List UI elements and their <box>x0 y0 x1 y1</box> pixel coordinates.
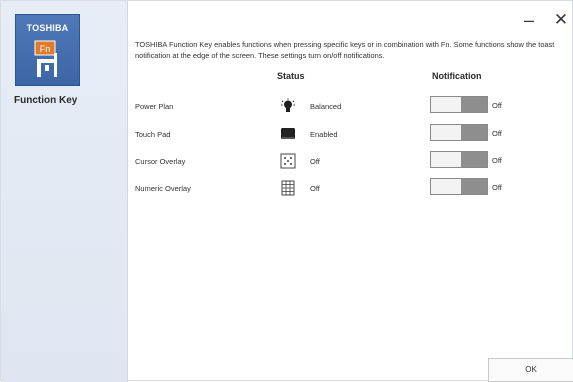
toggle-track <box>461 152 487 167</box>
numeric-keypad-icon <box>281 180 295 196</box>
minimize-button[interactable]: – <box>520 11 538 29</box>
lightbulb-icon <box>281 98 295 112</box>
notification-column-header: Notification <box>432 71 482 81</box>
toggle-thumb <box>431 179 463 194</box>
row-label: Numeric Overlay <box>135 184 191 193</box>
toggle-thumb <box>431 125 463 140</box>
status-column-header: Status <box>277 71 305 81</box>
fn-label: Fn <box>40 44 51 54</box>
toggle-track <box>461 97 487 112</box>
row-label: Touch Pad <box>135 130 171 139</box>
toggle-track <box>461 179 487 194</box>
setting-row-numeric-overlay: Numeric Overlay Off Off <box>1 178 573 202</box>
status-value: Off <box>310 157 320 166</box>
description-text: TOSHIBA Function Key enables functions w… <box>135 40 555 60</box>
brand-logo: TOSHIBA <box>26 23 69 33</box>
toggle-state-label: Off <box>492 129 502 138</box>
touchpad-icon <box>281 128 295 139</box>
notification-toggle[interactable] <box>430 151 488 168</box>
status-value: Enabled <box>310 130 338 139</box>
status-value: Balanced <box>310 102 342 111</box>
setting-row-cursor-overlay: Cursor Overlay Off Off <box>1 151 573 175</box>
notification-toggle[interactable] <box>430 96 488 113</box>
function-key-window: TOSHIBA Fn Function Key – ✕ TOSHIBA Func… <box>0 0 573 382</box>
notification-toggle[interactable] <box>430 124 488 141</box>
toggle-state-label: Off <box>492 183 502 192</box>
toggle-thumb <box>431 97 463 112</box>
toggle-state-label: Off <box>492 101 502 110</box>
toggle-thumb <box>431 152 463 167</box>
setting-row-power-plan: Power Plan Balanced Off <box>1 96 573 120</box>
row-label: Cursor Overlay <box>135 157 186 166</box>
toggle-track <box>461 125 487 140</box>
toggle-state-label: Off <box>492 156 502 165</box>
cursor-overlay-icon <box>280 153 296 169</box>
close-button[interactable]: ✕ <box>552 11 570 29</box>
row-label: Power Plan <box>135 102 174 111</box>
app-tile: TOSHIBA Fn <box>15 14 80 86</box>
function-key-icon: Fn <box>34 40 57 77</box>
setting-row-touch-pad: Touch Pad Enabled Off <box>1 124 573 148</box>
status-value: Off <box>310 184 320 193</box>
ok-button[interactable]: OK <box>488 358 573 382</box>
notification-toggle[interactable] <box>430 178 488 195</box>
